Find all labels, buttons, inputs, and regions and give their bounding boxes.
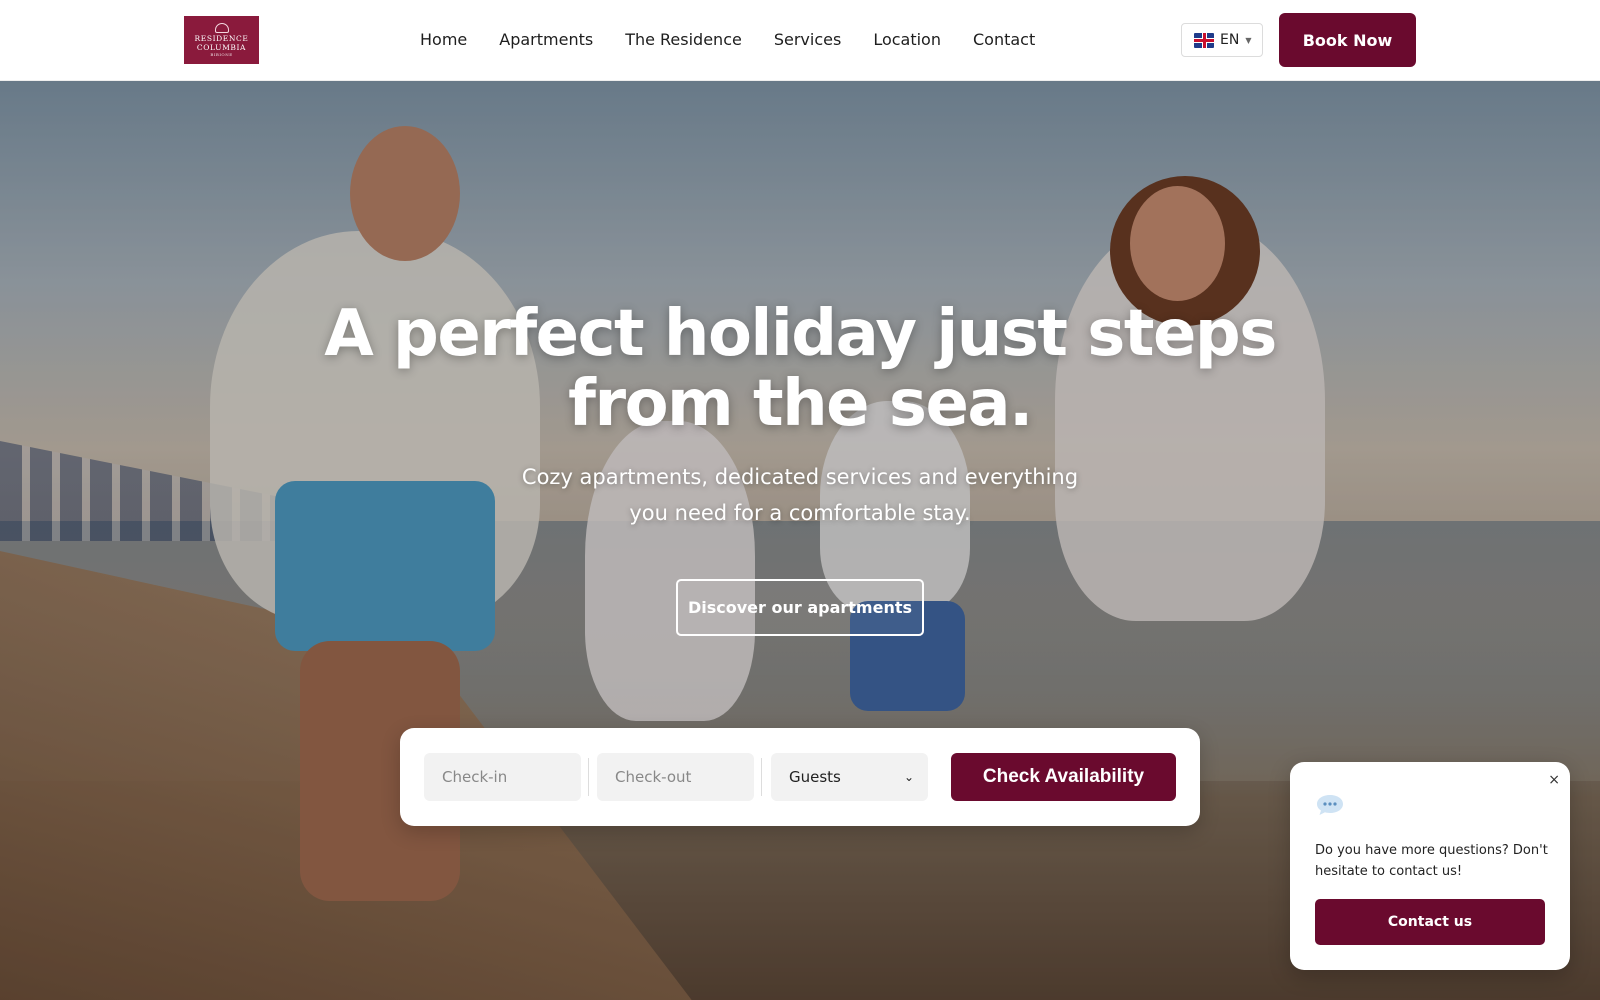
nav-services[interactable]: Services [774,30,841,49]
nav-location[interactable]: Location [873,30,941,49]
nav-apartments[interactable]: Apartments [499,30,593,49]
guests-select[interactable]: Guests ⌄ [771,753,928,801]
nav-home[interactable]: Home [420,30,467,49]
language-code: EN [1220,32,1240,48]
close-icon[interactable]: × [1548,772,1560,788]
main-nav: Home Apartments The Residence Services L… [420,0,1035,79]
logo-line-2: COLUMBIA [196,42,247,52]
logo-emblem-icon [214,22,229,33]
check-out-field[interactable]: Check-out [597,753,754,801]
check-in-field[interactable]: Check-in [424,753,581,801]
hero-subtitle: Cozy apartments, dedicated services and … [521,465,1079,525]
chevron-down-icon: ⌄ [903,770,914,784]
site-header: RESIDENCE COLUMBIA BIBIONE Home Apartmen… [0,0,1600,81]
nav-contact[interactable]: Contact [973,30,1035,49]
discover-apartments-button[interactable]: Discover our apartments [676,579,924,636]
contact-us-button[interactable]: Contact us [1315,899,1545,945]
check-availability-button[interactable]: Check Availability [951,753,1176,801]
chat-bubble-icon [1317,795,1343,815]
booking-divider [761,758,762,796]
chevron-down-icon: ▼ [1245,35,1252,45]
booking-divider [588,758,589,796]
booking-bar: Check-in Check-out Guests ⌄ Check Availa… [400,728,1200,826]
site-logo[interactable]: RESIDENCE COLUMBIA BIBIONE [184,16,259,64]
nav-the-residence[interactable]: The Residence [625,30,742,49]
logo-line-3: BIBIONE [210,51,233,57]
logo-line-1: RESIDENCE [194,33,249,43]
language-selector[interactable]: EN ▼ [1181,23,1263,57]
guests-select-label: Guests [789,768,841,786]
uk-flag-icon [1194,32,1214,48]
book-now-button[interactable]: Book Now [1279,13,1416,67]
chat-message: Do you have more questions? Don't hesita… [1315,843,1548,879]
hero-headline: A perfect holiday just steps from the se… [324,297,1277,441]
chat-widget: × Do you have more questions? Don't hesi… [1290,762,1570,970]
